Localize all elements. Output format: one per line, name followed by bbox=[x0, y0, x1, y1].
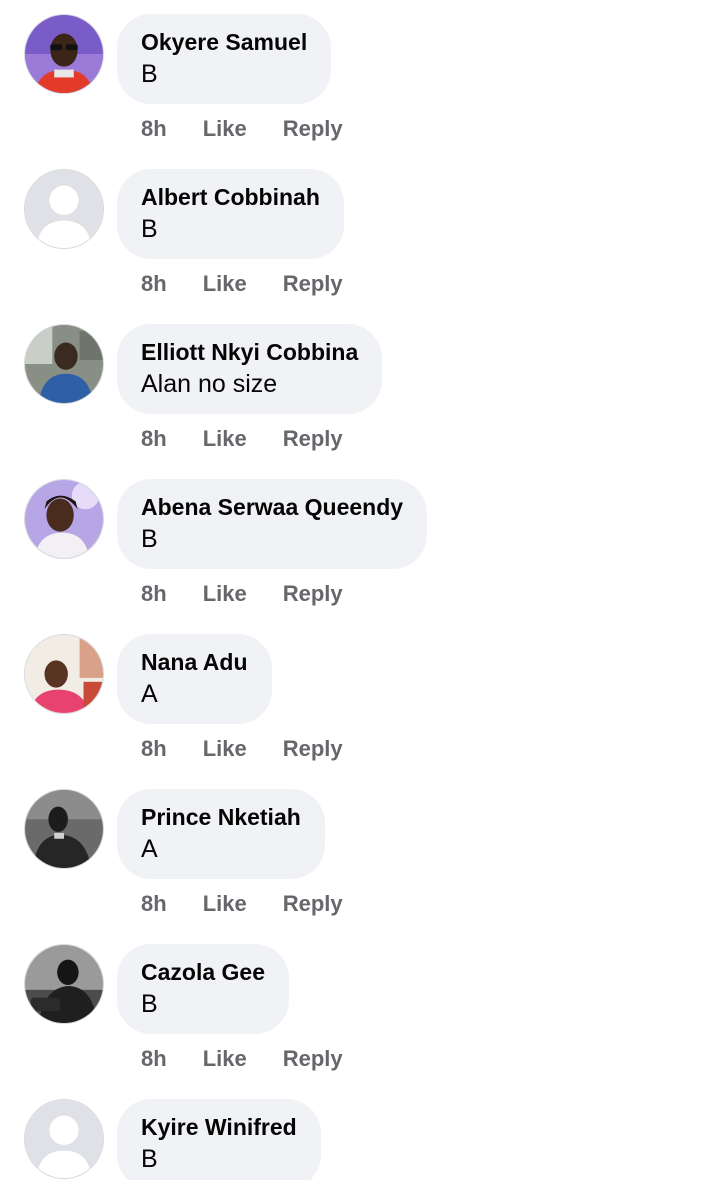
comment-actions: 8h Like Reply bbox=[141, 426, 343, 456]
avatar[interactable] bbox=[24, 944, 104, 1024]
comment-text: B bbox=[141, 1145, 158, 1173]
like-button[interactable]: Like bbox=[203, 1046, 247, 1072]
comment-bubble: Cazola Gee B bbox=[117, 944, 289, 1034]
comment-item: Nana Adu A 8h Like Reply bbox=[0, 634, 720, 789]
comment-author[interactable]: Abena Serwaa Queendy bbox=[141, 493, 403, 521]
profile-photo-icon bbox=[25, 945, 103, 1023]
comment-actions: 8h Like Reply bbox=[141, 891, 343, 921]
profile-photo-icon bbox=[25, 480, 103, 558]
comment-author[interactable]: Prince Nketiah bbox=[141, 803, 301, 831]
comment-bubble: Kyire Winifred B bbox=[117, 1099, 321, 1180]
comment-item: Kyire Winifred B bbox=[0, 1099, 720, 1180]
reply-button[interactable]: Reply bbox=[283, 1046, 343, 1072]
avatar[interactable] bbox=[24, 1099, 104, 1179]
reply-button[interactable]: Reply bbox=[283, 581, 343, 607]
comment-bubble: Prince Nketiah A bbox=[117, 789, 325, 879]
comment-text: B bbox=[141, 60, 158, 88]
avatar[interactable] bbox=[24, 14, 104, 94]
comment-item: Elliott Nkyi Cobbina Alan no size 8h Like… bbox=[0, 324, 720, 479]
avatar[interactable] bbox=[24, 634, 104, 714]
default-avatar-icon bbox=[25, 1100, 103, 1178]
comment-author[interactable]: Albert Cobbinah bbox=[141, 183, 320, 211]
comment-item: Prince Nketiah A 8h Like Reply bbox=[0, 789, 720, 944]
profile-photo-icon bbox=[25, 325, 103, 403]
comment-author[interactable]: Elliott Nkyi Cobbina bbox=[141, 338, 358, 366]
comment-timestamp[interactable]: 8h bbox=[141, 1046, 167, 1072]
comment-bubble: Abena Serwaa Queendy B bbox=[117, 479, 428, 569]
comment-author[interactable]: Kyire Winifred bbox=[141, 1113, 297, 1141]
comment-text: A bbox=[141, 835, 158, 863]
comment-item: Abena Serwaa Queendy B 8h Like Reply bbox=[0, 479, 720, 634]
comment-timestamp[interactable]: 8h bbox=[141, 116, 167, 142]
comment-item: Albert Cobbinah B 8h Like Reply bbox=[0, 169, 720, 324]
profile-photo-icon bbox=[25, 790, 103, 868]
comment-bubble: Nana Adu A bbox=[117, 634, 272, 724]
avatar[interactable] bbox=[24, 324, 104, 404]
like-button[interactable]: Like bbox=[203, 736, 247, 762]
comment-author[interactable]: Nana Adu bbox=[141, 648, 248, 676]
like-button[interactable]: Like bbox=[203, 891, 247, 917]
reply-button[interactable]: Reply bbox=[283, 116, 343, 142]
avatar[interactable] bbox=[24, 479, 104, 559]
reply-button[interactable]: Reply bbox=[283, 426, 343, 452]
comment-actions: 8h Like Reply bbox=[141, 1046, 343, 1076]
comment-text: B bbox=[141, 215, 158, 243]
like-button[interactable]: Like bbox=[203, 426, 247, 452]
default-avatar-icon bbox=[25, 170, 103, 248]
avatar[interactable] bbox=[24, 789, 104, 869]
reply-button[interactable]: Reply bbox=[283, 891, 343, 917]
comment-timestamp[interactable]: 8h bbox=[141, 426, 167, 452]
comment-bubble: Elliott Nkyi Cobbina Alan no size bbox=[117, 324, 383, 414]
comment-text: A bbox=[141, 680, 158, 708]
comment-text: B bbox=[141, 990, 158, 1018]
comment-actions: 8h Like Reply bbox=[141, 581, 343, 611]
profile-photo-icon bbox=[25, 635, 103, 713]
comment-bubble: Albert Cobbinah B bbox=[117, 169, 344, 259]
comment-author[interactable]: Okyere Samuel bbox=[141, 28, 307, 56]
comment-actions: 8h Like Reply bbox=[141, 736, 343, 766]
like-button[interactable]: Like bbox=[203, 271, 247, 297]
profile-photo-icon bbox=[25, 15, 103, 93]
avatar[interactable] bbox=[24, 169, 104, 249]
comment-text: Alan no size bbox=[141, 370, 278, 398]
comment-timestamp[interactable]: 8h bbox=[141, 736, 167, 762]
comment-timestamp[interactable]: 8h bbox=[141, 891, 167, 917]
comment-text: B bbox=[141, 525, 158, 553]
comment-timestamp[interactable]: 8h bbox=[141, 581, 167, 607]
comment-author[interactable]: Cazola Gee bbox=[141, 958, 265, 986]
comment-actions: 8h Like Reply bbox=[141, 271, 343, 301]
like-button[interactable]: Like bbox=[203, 581, 247, 607]
reply-button[interactable]: Reply bbox=[283, 736, 343, 762]
comment-timestamp[interactable]: 8h bbox=[141, 271, 167, 297]
like-button[interactable]: Like bbox=[203, 116, 247, 142]
comment-actions: 8h Like Reply bbox=[141, 116, 343, 146]
comment-item: Cazola Gee B 8h Like Reply bbox=[0, 944, 720, 1099]
comment-item: Okyere Samuel B 8h Like Reply bbox=[0, 14, 720, 169]
comment-bubble: Okyere Samuel B bbox=[117, 14, 332, 104]
reply-button[interactable]: Reply bbox=[283, 271, 343, 297]
